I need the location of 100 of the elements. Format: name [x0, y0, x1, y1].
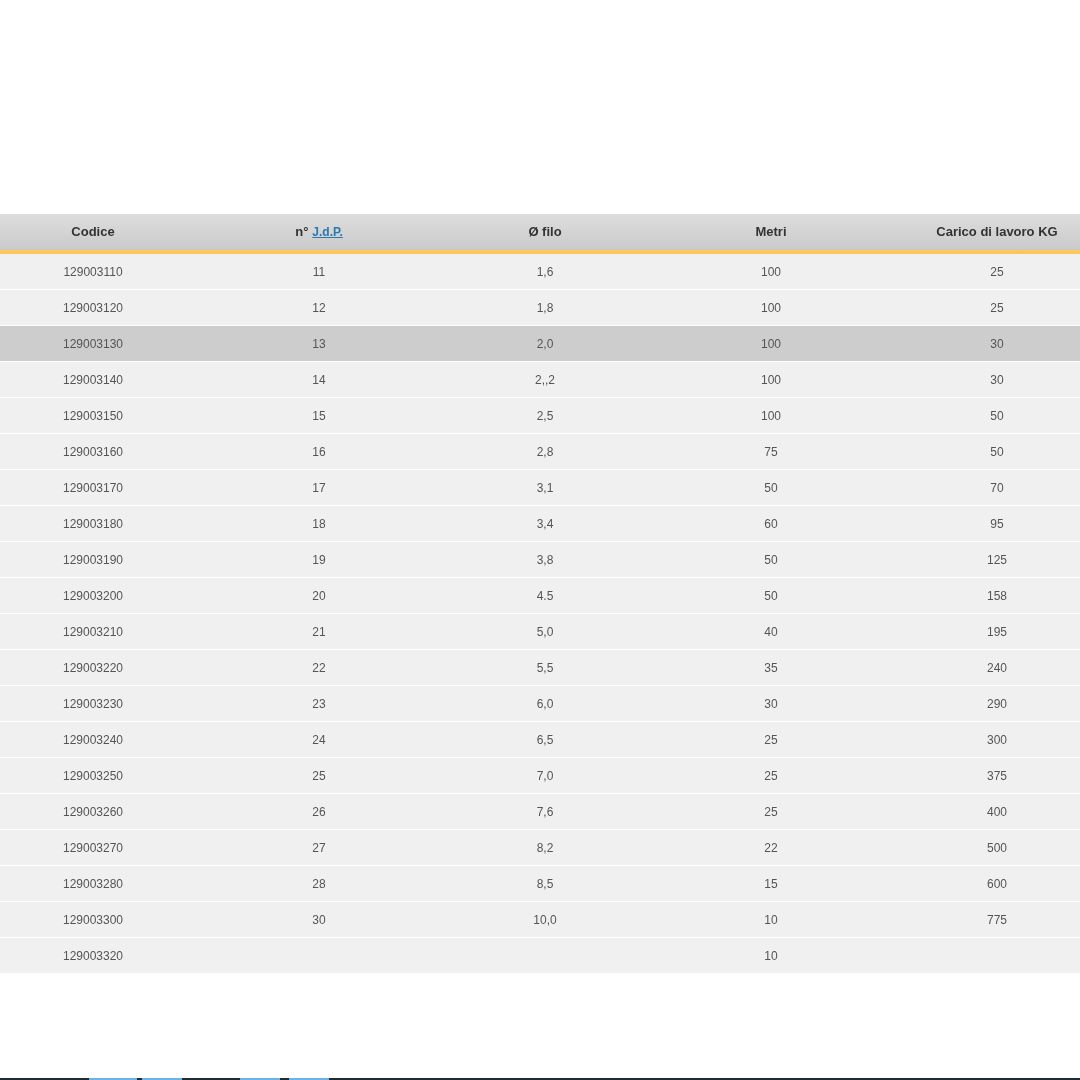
- table-cell-text: 21: [312, 623, 326, 641]
- table-cell-text: 240: [987, 659, 1007, 677]
- table-cell-text: 40: [764, 623, 778, 641]
- table-cell-text: 16: [312, 443, 326, 461]
- table-cell-text: 600: [987, 875, 1007, 893]
- table-cell-text: 75: [764, 443, 778, 461]
- table-cell-text: 70: [990, 479, 1004, 497]
- table-cell-text: 60: [764, 515, 778, 533]
- table-cell-text: 23: [312, 695, 326, 713]
- table-cell-text: 50: [990, 407, 1004, 425]
- table-cell-text: 30: [312, 911, 326, 929]
- table-cell-text: 20: [312, 587, 326, 605]
- table-cell-text: 375: [987, 767, 1007, 785]
- table-cell-text: 129003270: [62, 839, 124, 857]
- table-cell-text: 125: [987, 551, 1007, 569]
- table-cell-text: 22: [312, 659, 326, 677]
- table-cell-text: 25: [764, 803, 778, 821]
- table-cell-text: 8,2: [536, 839, 554, 857]
- table-cell-text: 129003280: [62, 875, 124, 893]
- column-header: Ø filo: [528, 223, 562, 242]
- table-cell-text: 4.5: [536, 587, 554, 605]
- table-cell-text: 129003210: [62, 623, 124, 641]
- table-cell-text: 10: [764, 947, 778, 965]
- table-cell-text: 129003240: [62, 731, 124, 749]
- column-header-link[interactable]: J.d.P.: [312, 223, 343, 241]
- table-cell-text: 50: [990, 443, 1004, 461]
- table-cell-text: 8,5: [536, 875, 554, 893]
- table-cell-text: 30: [764, 695, 778, 713]
- table-cell-text: 95: [990, 515, 1004, 533]
- column-header: Metri: [755, 223, 787, 242]
- table-cell-text: 30: [990, 371, 1004, 389]
- column-header: Codice: [71, 223, 115, 242]
- table-cell-text: 24: [312, 731, 326, 749]
- table-cell-text: 1,8: [536, 299, 554, 317]
- table-cell-text: 500: [987, 839, 1007, 857]
- table-cell-text: 400: [987, 803, 1007, 821]
- table-cell-text: 129003230: [62, 695, 124, 713]
- table-cell-text: 25: [764, 767, 778, 785]
- table-cell-text: 129003200: [62, 587, 124, 605]
- table-cell-text: 50: [764, 479, 778, 497]
- table-cell-text: 129003300: [62, 911, 124, 929]
- table-cell-text: 3,8: [536, 551, 554, 569]
- table-cell-text: 129003110: [63, 263, 123, 281]
- table-cell-text: 300: [987, 731, 1007, 749]
- table-cell-text: 3,1: [536, 479, 554, 497]
- table-cell-text: 18: [312, 515, 326, 533]
- table-cell-text: 100: [761, 299, 781, 317]
- table-cell-text: 129003140: [62, 371, 124, 389]
- table-cell-text: 100: [761, 407, 781, 425]
- table-cell-text: 25: [764, 731, 778, 749]
- table-cell-text: 100: [761, 335, 781, 353]
- table-cell-text: 1,6: [536, 263, 554, 281]
- table-cell-text: 13: [312, 335, 326, 353]
- table-cell-text: 129003220: [62, 659, 124, 677]
- table-cell-text: 14: [312, 371, 326, 389]
- table-cell-text: 5,0: [536, 623, 554, 641]
- table-cell-text: 19: [312, 551, 326, 569]
- table-cell-text: 290: [987, 695, 1007, 713]
- table-cell-text: 3,4: [536, 515, 554, 533]
- table-cell-text: 17: [312, 479, 326, 497]
- table-cell-text: 2,0: [536, 335, 554, 353]
- table-cell-text: 15: [764, 875, 778, 893]
- table-cell-text: 25: [990, 299, 1004, 317]
- table-cell-text: 129003320: [62, 947, 124, 965]
- table-cell-text: 10,0: [533, 911, 557, 929]
- table-cell-text: 28: [312, 875, 326, 893]
- table-cell-text: 2,5: [536, 407, 554, 425]
- table-cell-text: 129003170: [62, 479, 124, 497]
- table-cell-text: 26: [312, 803, 326, 821]
- table-cell-text: 22: [764, 839, 778, 857]
- table-cell-text: 775: [987, 911, 1007, 929]
- table-cell-text: 129003120: [62, 299, 124, 317]
- table-cell-text: 12: [312, 299, 326, 317]
- table-cell-text: 10: [764, 911, 778, 929]
- table-cell-text: 129003260: [62, 803, 124, 821]
- table-cell-text: 50: [764, 587, 778, 605]
- table-cell-text: 129003130: [62, 335, 124, 353]
- table-cell-text: 100: [761, 371, 781, 389]
- table-cell-text: 6,5: [536, 731, 554, 749]
- table-cell-text: 2,8: [536, 443, 554, 461]
- table-cell-text: 129003190: [62, 551, 124, 569]
- table-cell-text: 158: [987, 587, 1007, 605]
- table-cell-text: 30: [990, 335, 1004, 353]
- table-cell-text: 15: [312, 407, 326, 425]
- column-header: Carico di lavoro KG: [936, 223, 1058, 242]
- table-cell-text: 50: [764, 551, 778, 569]
- table-cell-text: 25: [990, 263, 1004, 281]
- table-cell-text: 129003160: [62, 443, 124, 461]
- table-cell-text: 129003250: [62, 767, 124, 785]
- table-cell-text: 11: [312, 263, 326, 281]
- table-cell-text: 195: [987, 623, 1007, 641]
- table-cell-text: 7,6: [536, 803, 554, 821]
- table-cell-text: 6,0: [536, 695, 554, 713]
- table-cell-text: 27: [312, 839, 326, 857]
- table-cell-text: 5,5: [536, 659, 554, 677]
- table-cell-text: 100: [761, 263, 781, 281]
- column-header: n°: [295, 223, 309, 242]
- table-cell-text: 7,0: [536, 767, 554, 785]
- table-cell-text: 35: [764, 659, 778, 677]
- table-cell-text: 129003180: [62, 515, 124, 533]
